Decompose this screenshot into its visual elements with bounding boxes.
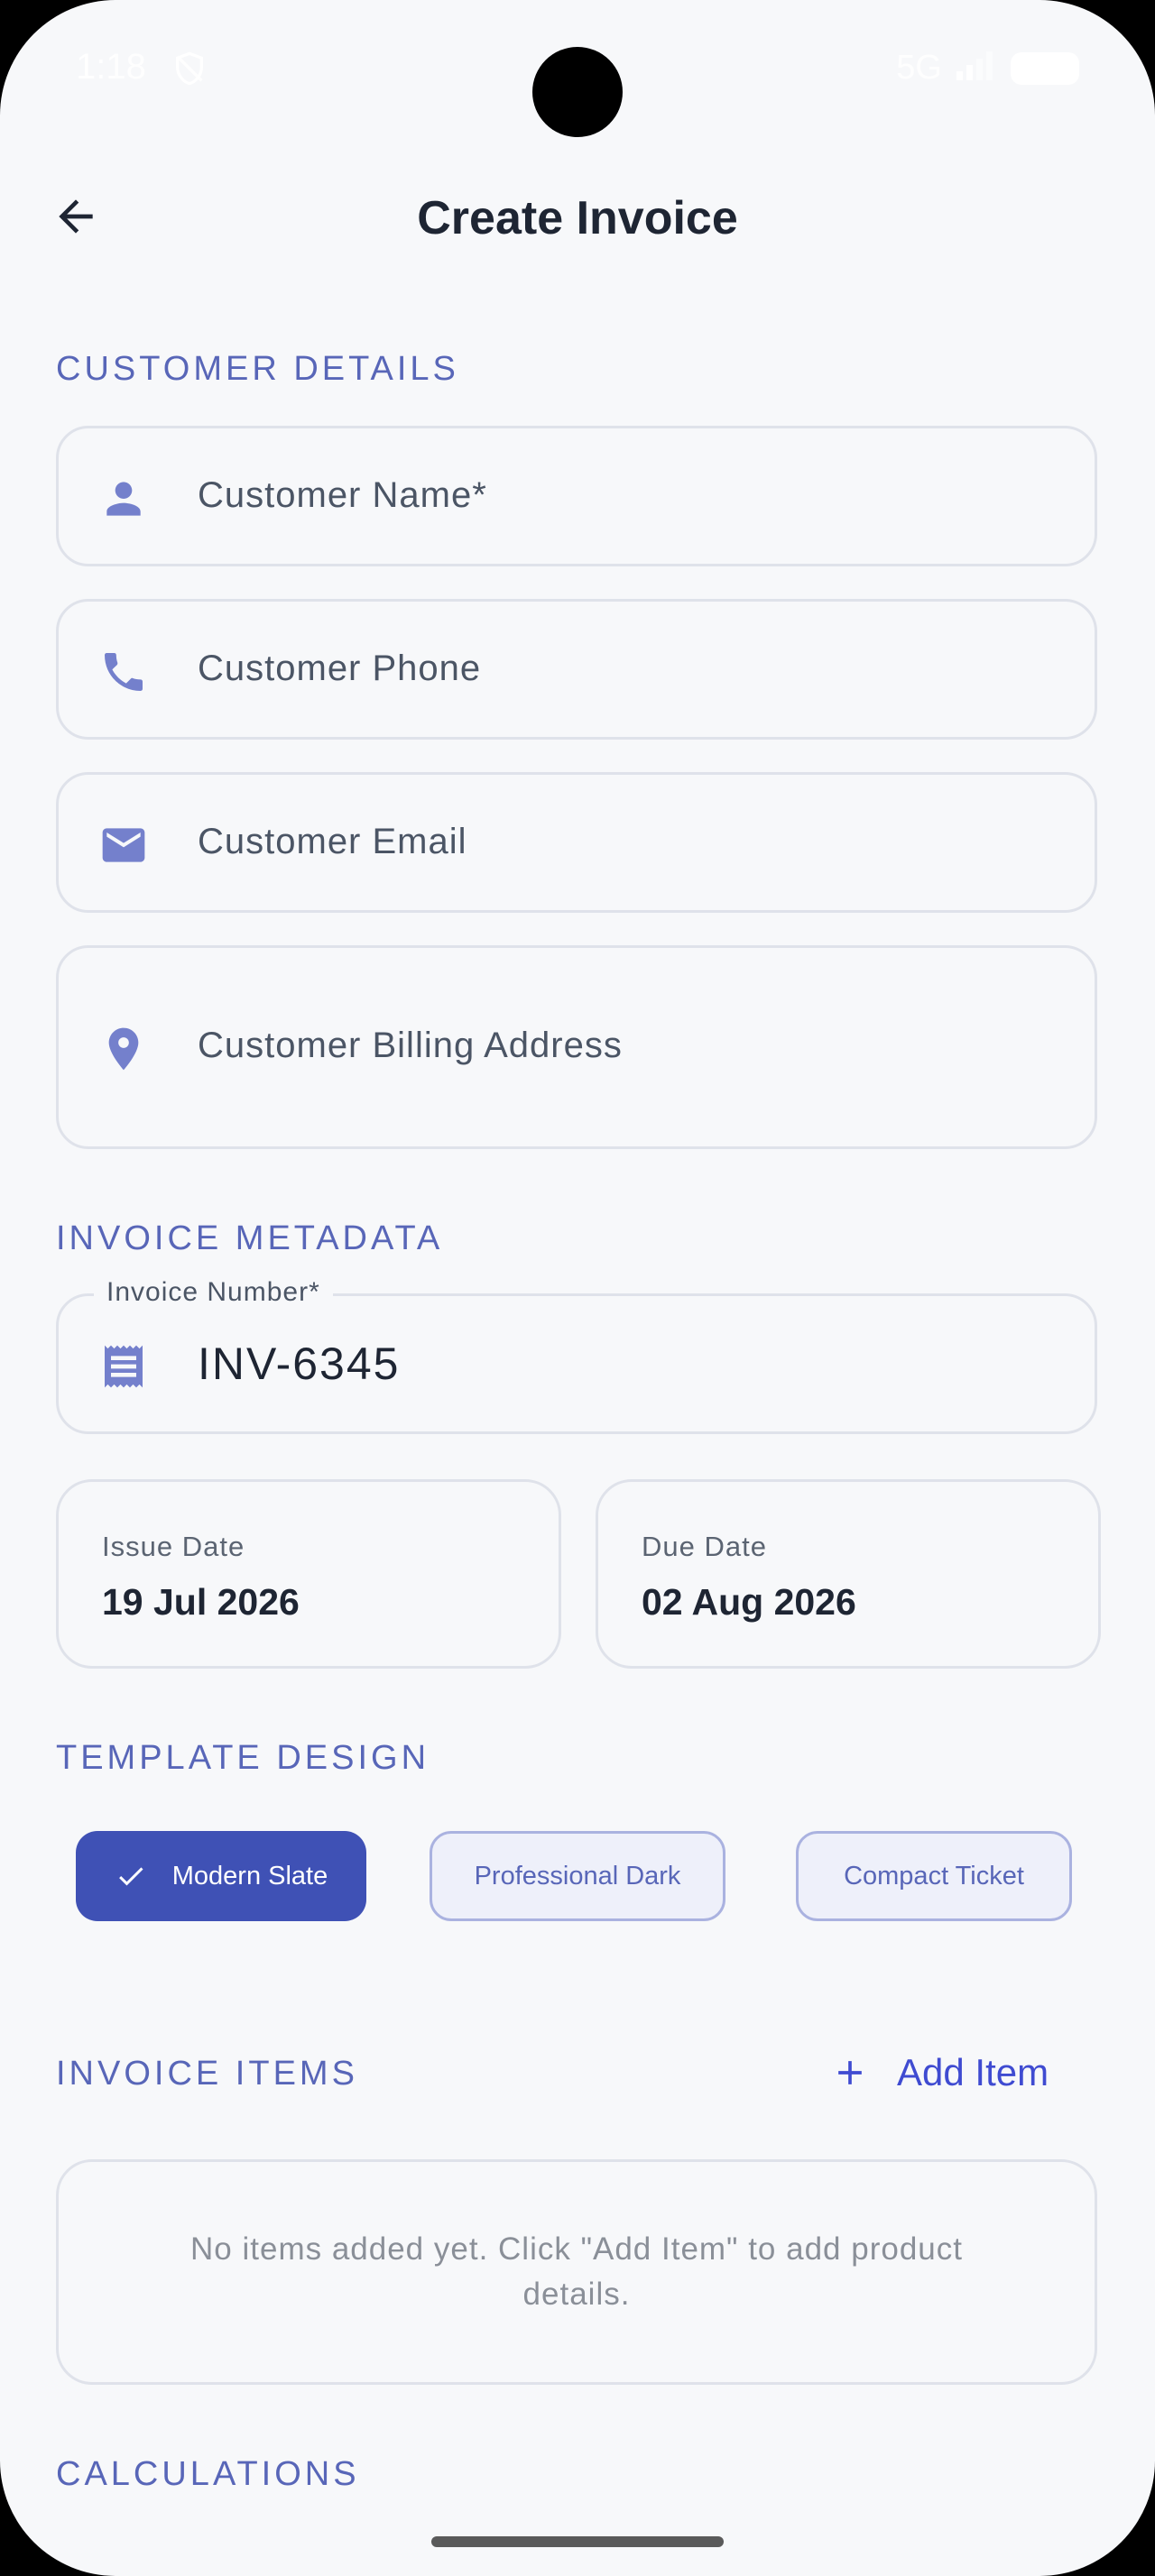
section-template-design: TEMPLATE DESIGN: [56, 1739, 430, 1777]
page-title: Create Invoice: [417, 192, 738, 244]
person-icon: [98, 474, 149, 524]
customer-email-placeholder: Customer Email: [198, 822, 467, 861]
issue-date-picker[interactable]: Issue Date 19 Jul 2026: [56, 1479, 561, 1669]
network-type: 5G: [896, 49, 942, 87]
customer-address-field[interactable]: Customer Billing Address: [56, 945, 1097, 1149]
customer-name-placeholder: Customer Name*: [198, 475, 487, 515]
app-bar: Create Invoice: [0, 162, 1155, 271]
due-date-value: 02 Aug 2026: [642, 1581, 856, 1623]
template-chip-label: Modern Slate: [171, 1861, 328, 1891]
front-camera: [532, 47, 623, 137]
customer-phone-field[interactable]: Customer Phone: [56, 599, 1097, 740]
customer-email-field[interactable]: Customer Email: [56, 772, 1097, 913]
phone-icon: [98, 647, 149, 697]
receipt-icon: [98, 1341, 149, 1392]
customer-address-placeholder: Customer Billing Address: [198, 1026, 623, 1065]
status-indicators: 5G: [896, 49, 1079, 87]
template-chip-modern-slate[interactable]: Modern Slate: [76, 1831, 366, 1921]
issue-date-label: Issue Date: [102, 1531, 245, 1562]
section-invoice-items: INVOICE ITEMS: [56, 2055, 358, 2093]
section-customer-details: CUSTOMER DETAILS: [56, 350, 459, 388]
vpn-icon: [171, 51, 208, 87]
battery-icon: [1011, 51, 1079, 85]
template-chip-professional-dark[interactable]: Professional Dark: [430, 1831, 725, 1921]
invoice-number-field[interactable]: INV-6345: [56, 1293, 1097, 1434]
section-invoice-metadata: INVOICE METADATA: [56, 1219, 444, 1257]
invoice-number-label: Invoice Number*: [94, 1277, 333, 1308]
status-bar: 1:18 5G: [0, 0, 1155, 137]
signal-icon: [955, 50, 998, 87]
home-indicator[interactable]: [431, 2536, 724, 2547]
template-chip-label: Compact Ticket: [844, 1861, 1024, 1891]
due-date-label: Due Date: [642, 1531, 767, 1562]
empty-items-message: No items added yet. Click "Add Item" to …: [190, 2231, 963, 2312]
plus-icon: [830, 2053, 870, 2093]
due-date-picker[interactable]: Due Date 02 Aug 2026: [596, 1479, 1101, 1669]
items-empty-state: No items added yet. Click "Add Item" to …: [56, 2159, 1097, 2385]
check-icon: [115, 1860, 147, 1892]
section-calculations: CALCULATIONS: [56, 2455, 360, 2493]
customer-name-field[interactable]: Customer Name*: [56, 426, 1097, 566]
template-chip-label: Professional Dark: [474, 1861, 681, 1891]
customer-phone-placeholder: Customer Phone: [198, 649, 482, 688]
mail-icon: [98, 820, 149, 870]
phone-screen: 1:18 5G Create Invoice CUSTOMER DETAILS …: [0, 0, 1155, 2576]
invoice-number-value: INV-6345: [198, 1339, 401, 1389]
status-time: 1:18: [76, 47, 146, 87]
issue-date-value: 19 Jul 2026: [102, 1581, 300, 1623]
location-pin-icon: [98, 1024, 149, 1074]
template-chip-compact-ticket[interactable]: Compact Ticket: [796, 1831, 1072, 1921]
add-item-button[interactable]: Add Item: [830, 2046, 1049, 2100]
add-item-label: Add Item: [897, 2051, 1049, 2093]
